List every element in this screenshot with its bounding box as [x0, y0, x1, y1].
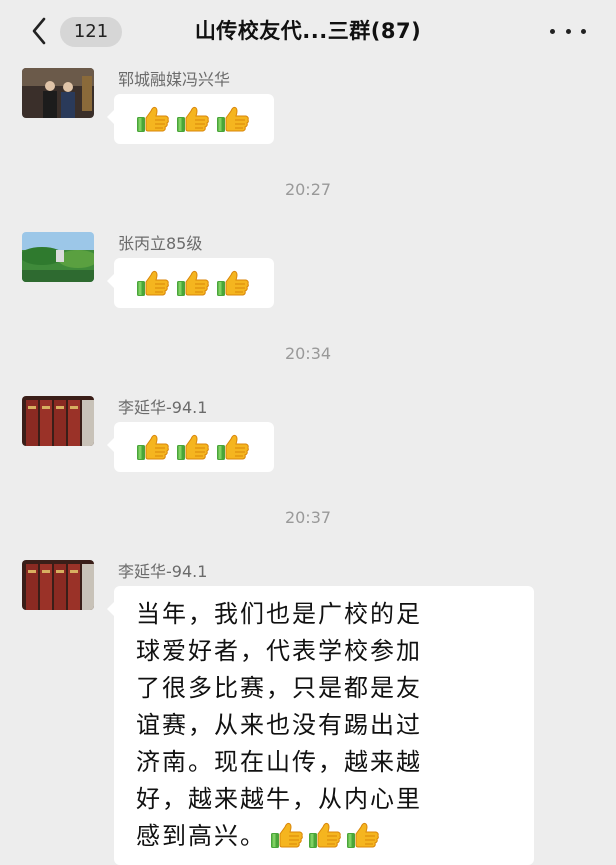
message-bubble[interactable]: [107, 258, 274, 308]
sender-name: 李延华-94.1: [118, 398, 208, 417]
thumbs-up-icon: [136, 105, 170, 133]
thumbs-up-icon: [308, 821, 342, 849]
sender-name: 李延华-94.1: [118, 562, 208, 581]
message-text-line: 好，越来越牛，从内心里: [136, 785, 422, 813]
thumbs-up-icon: [136, 433, 170, 461]
more-dots-icon: [550, 28, 555, 34]
thumbs-up-icon: [176, 433, 210, 461]
avatar[interactable]: [22, 396, 94, 446]
chat-title: 山传校友代...三群(87): [194, 19, 422, 43]
thumbs-up-icon: [346, 821, 380, 849]
avatar[interactable]: [22, 232, 94, 282]
thumbs-up-icon: [176, 105, 210, 133]
chat-header: 121 山传校友代...三群(87): [0, 0, 616, 62]
thumbs-up-icon: [216, 105, 250, 133]
message-text-line: 谊赛，从来也没有踢出过: [136, 711, 422, 739]
more-dots-icon: [565, 28, 571, 34]
message-bubble[interactable]: [107, 422, 274, 472]
thumbs-up-icon: [176, 269, 210, 297]
message-text: 当年，我们也是广校的足 球爱好者，代表学校参加 了很多比赛，只是都是友 谊赛，从…: [136, 596, 516, 855]
thumbs-up-icon: [270, 821, 304, 849]
message-text-line: 济南。现在山传，越来越: [136, 748, 422, 776]
avatar[interactable]: [22, 560, 94, 610]
thumbs-up-icon: [216, 269, 250, 297]
thumbs-up-reaction: [114, 94, 274, 144]
thumbs-up-icon: [216, 433, 250, 461]
timestamp: 20:37: [284, 508, 332, 527]
sender-name: 郓城融媒冯兴华: [118, 70, 231, 89]
thumbs-up-reaction: [114, 258, 274, 308]
message-bubble[interactable]: [107, 94, 274, 144]
message-bubble[interactable]: 当年，我们也是广校的足 球爱好者，代表学校参加 了很多比赛，只是都是友 谊赛，从…: [107, 586, 534, 865]
message-text-last-line: 感到高兴。: [136, 818, 516, 855]
message-text-line: 球爱好者，代表学校参加: [136, 637, 422, 665]
message-text-line: 当年，我们也是广校的足: [136, 600, 422, 628]
more-button[interactable]: [550, 22, 586, 40]
thumbs-up-reaction: [114, 422, 274, 472]
more-dots-icon: [581, 28, 586, 34]
thumbs-up-reaction: [270, 821, 380, 849]
thumbs-up-icon: [136, 269, 170, 297]
timestamp: 20:27: [284, 180, 332, 199]
sender-name: 张丙立85级: [118, 234, 203, 253]
message-text-line: 感到高兴。: [136, 822, 266, 850]
avatar[interactable]: [22, 68, 94, 118]
message-text-line: 了很多比赛，只是都是友: [136, 674, 422, 702]
timestamp: 20:34: [284, 344, 332, 363]
